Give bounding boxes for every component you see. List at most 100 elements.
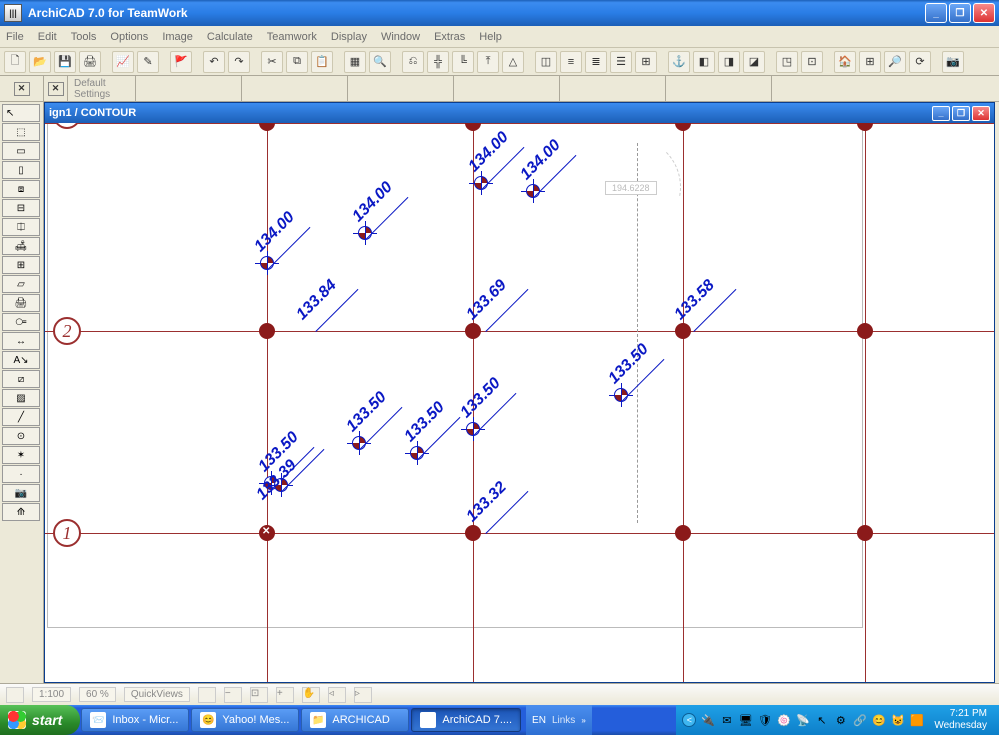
document-titlebar[interactable]: ign1 / CONTOUR _ ❐ ✕ xyxy=(45,103,994,123)
tray-icon[interactable]: 😺 xyxy=(890,713,905,728)
status-scale[interactable]: 1:100 xyxy=(32,687,71,702)
paste-button[interactable]: 📋 xyxy=(311,51,333,73)
info-cell-6[interactable] xyxy=(666,76,772,101)
zoom-100-button[interactable]: ⊡ xyxy=(250,687,268,703)
taskbar-task[interactable]: ▥ArchiCAD 7.... xyxy=(411,708,521,732)
tool-button-2[interactable]: ╬ xyxy=(427,51,449,73)
new-button[interactable]: 🗋 xyxy=(4,51,26,73)
copy-button[interactable]: ⧉ xyxy=(286,51,308,73)
menu-calculate[interactable]: Calculate xyxy=(207,31,253,43)
roof-tool[interactable]: 🖨 xyxy=(2,294,40,312)
layer-button-2[interactable]: ◨ xyxy=(718,51,740,73)
label-tool[interactable]: ⧄ xyxy=(2,370,40,388)
line-tool[interactable]: ╱ xyxy=(2,408,40,426)
start-button[interactable]: start xyxy=(0,705,80,735)
print-button[interactable]: 🖨 xyxy=(79,51,101,73)
menu-display[interactable]: Display xyxy=(331,31,367,43)
spot-level[interactable]: 133.39 xyxy=(272,476,290,494)
view-button[interactable]: ⊞ xyxy=(859,51,881,73)
status-zoom[interactable]: 60 % xyxy=(79,687,116,702)
menu-image[interactable]: Image xyxy=(162,31,193,43)
toggle-button-4[interactable]: ☰ xyxy=(610,51,632,73)
slab-tool[interactable]: ▱ xyxy=(2,275,40,293)
camera-tool[interactable]: 📷 xyxy=(2,484,40,502)
menu-tools[interactable]: Tools xyxy=(71,31,97,43)
layer-button-1[interactable]: ◧ xyxy=(693,51,715,73)
tray-icon[interactable]: ✉ xyxy=(719,713,734,728)
tool-button-3[interactable]: ╚ xyxy=(452,51,474,73)
status-icon-2[interactable] xyxy=(198,687,216,703)
arc-tool[interactable]: ⊙ xyxy=(2,427,40,445)
stair-tool[interactable]: ⟰ xyxy=(2,503,40,521)
maximize-button[interactable]: ❐ xyxy=(949,3,971,23)
edit-button[interactable]: ✎ xyxy=(137,51,159,73)
fit-button[interactable]: 🔎 xyxy=(884,51,906,73)
info-cell-1[interactable] xyxy=(136,76,242,101)
menu-help[interactable]: Help xyxy=(479,31,502,43)
spot-level[interactable]: 133.50 xyxy=(464,420,482,438)
info-cell-4[interactable] xyxy=(454,76,560,101)
refresh-button[interactable]: ⟳ xyxy=(909,51,931,73)
zoom-in-button[interactable]: + xyxy=(276,687,294,703)
tray-icon[interactable]: ⚙ xyxy=(833,713,848,728)
language-bar[interactable]: EN Links » xyxy=(526,705,592,735)
open-button[interactable]: 📂 xyxy=(29,51,51,73)
lamp-tool[interactable]: ⊞ xyxy=(2,256,40,274)
wall-tool[interactable]: ▭ xyxy=(2,142,40,160)
dimension-tool[interactable]: ↔ xyxy=(2,332,40,350)
prev-view-button[interactable]: ◃ xyxy=(328,687,346,703)
status-views[interactable]: QuickViews xyxy=(124,687,190,702)
grid-button[interactable]: ▦ xyxy=(344,51,366,73)
beam-tool[interactable]: ⧈ xyxy=(2,180,40,198)
minimize-button[interactable]: _ xyxy=(925,3,947,23)
tray-icon[interactable]: ↖ xyxy=(814,713,829,728)
tray-icon[interactable]: 📡 xyxy=(795,713,810,728)
tray-icon[interactable]: 🔗 xyxy=(852,713,867,728)
spot-level[interactable]: 133.50 xyxy=(612,386,630,404)
hotspot-tool[interactable]: · xyxy=(2,465,40,483)
drawing-canvas[interactable]: 123194.6228134.00134.00134.00134.00133.5… xyxy=(45,123,994,682)
cut-button[interactable]: ✂ xyxy=(261,51,283,73)
tool-button-1[interactable]: ⎌ xyxy=(402,51,424,73)
close-button[interactable]: ✕ xyxy=(973,3,995,23)
nav-button-2[interactable]: ⊡ xyxy=(801,51,823,73)
menu-file[interactable]: File xyxy=(6,31,24,43)
tray-icon[interactable]: 🖥 xyxy=(738,713,753,728)
doc-minimize-button[interactable]: _ xyxy=(932,106,950,121)
undo-button[interactable]: ↶ xyxy=(203,51,225,73)
doc-close-button[interactable]: ✕ xyxy=(972,106,990,121)
spline-tool[interactable]: ✶ xyxy=(2,446,40,464)
mesh-tool[interactable]: ⧃ xyxy=(2,313,40,331)
tray-icon[interactable]: 🟧 xyxy=(909,713,924,728)
doc-maximize-button[interactable]: ❐ xyxy=(952,106,970,121)
infopanel-close-button[interactable]: ✕ xyxy=(48,82,64,96)
taskbar-task[interactable]: 😊Yahoo! Mes... xyxy=(191,708,299,732)
tray-icon[interactable]: 🔌 xyxy=(700,713,715,728)
status-icon-1[interactable] xyxy=(6,687,24,703)
plot-button[interactable]: 📈 xyxy=(112,51,134,73)
info-cell-3[interactable] xyxy=(348,76,454,101)
spot-level[interactable]: 133.32 xyxy=(476,518,494,536)
object-tool[interactable]: 🛋 xyxy=(2,237,40,255)
next-view-button[interactable]: ▹ xyxy=(354,687,372,703)
info-cell-2[interactable] xyxy=(242,76,348,101)
text-tool[interactable]: A↘ xyxy=(2,351,40,369)
toggle-button-5[interactable]: ⊞ xyxy=(635,51,657,73)
tray-expand-button[interactable]: < xyxy=(682,713,696,727)
pan-button[interactable]: ✋ xyxy=(302,687,320,703)
clock[interactable]: 7:21 PM Wednesday xyxy=(928,708,993,732)
menu-options[interactable]: Options xyxy=(110,31,148,43)
tray-icon[interactable]: 😊 xyxy=(871,713,886,728)
window-tool[interactable]: ⊟ xyxy=(2,199,40,217)
toolbox-close-button[interactable]: ✕ xyxy=(14,82,30,96)
fill-tool[interactable]: ▨ xyxy=(2,389,40,407)
camera-button[interactable]: 📷 xyxy=(942,51,964,73)
home-button[interactable]: 🏠 xyxy=(834,51,856,73)
taskbar-task[interactable]: 📁ARCHICAD xyxy=(301,708,409,732)
spot-level[interactable]: 134.00 xyxy=(524,182,542,200)
info-cell-5[interactable] xyxy=(560,76,666,101)
column-tool[interactable]: ▯ xyxy=(2,161,40,179)
flag-button[interactable]: 🚩 xyxy=(170,51,192,73)
spot-level[interactable]: 133.50 xyxy=(350,434,368,452)
save-button[interactable]: 💾 xyxy=(54,51,76,73)
